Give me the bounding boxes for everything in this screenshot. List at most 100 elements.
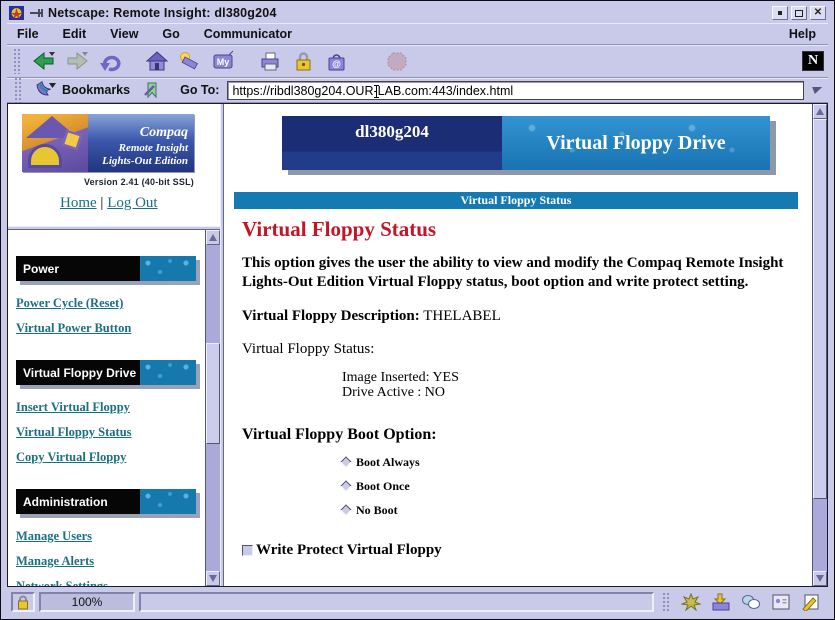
menu-edit[interactable]: Edit xyxy=(63,27,87,41)
virtual-floppy-header-label: Virtual Floppy Drive xyxy=(16,360,140,385)
close-icon: ✕ xyxy=(814,8,822,18)
forward-button[interactable] xyxy=(62,48,92,74)
write-protect-option[interactable]: Write Protect Virtual Floppy xyxy=(242,542,812,559)
sidebar-scrollbar[interactable] xyxy=(205,230,220,586)
security-icon xyxy=(291,50,315,72)
toolbar-grip[interactable] xyxy=(13,48,21,74)
scrollbar-track[interactable] xyxy=(206,245,220,571)
text-cursor xyxy=(376,85,377,98)
section-title-bar: Virtual Floppy Status xyxy=(234,192,798,209)
main-scrollbar[interactable] xyxy=(812,104,827,586)
scrollbar-thumb[interactable] xyxy=(206,343,220,444)
navigation-toolbar: My @ N xyxy=(7,45,828,78)
locationbar-grip[interactable] xyxy=(14,77,22,103)
reload-button[interactable] xyxy=(95,48,125,74)
status-label: Virtual Floppy Status: xyxy=(242,341,812,358)
forward-icon xyxy=(65,50,89,72)
stop-button[interactable] xyxy=(382,48,412,74)
header-texture xyxy=(140,256,196,281)
radio-no-boot[interactable] xyxy=(340,505,351,516)
no-boot-option[interactable]: No Boot xyxy=(342,504,812,516)
maximize-button[interactable] xyxy=(791,6,807,20)
sidebar-item-virtual-power-button[interactable]: Virtual Power Button xyxy=(16,321,205,336)
back-icon xyxy=(32,50,56,72)
search-button[interactable] xyxy=(175,48,205,74)
goto-label: Go To: xyxy=(180,83,219,97)
boot-once-option[interactable]: Boot Once xyxy=(342,480,812,492)
scroll-up-button[interactable] xyxy=(206,230,220,245)
svg-text:My: My xyxy=(217,57,230,67)
url-history-dropdown[interactable] xyxy=(808,81,823,100)
url-input[interactable]: https://ribdl380g204.OUR-LAB.com:443/ind… xyxy=(227,81,804,100)
main-content-frame: dl380g204 Virtual Floppy Drive Virtual F… xyxy=(224,104,827,586)
my-netscape-button[interactable]: My xyxy=(208,48,238,74)
image-inserted-value: Image Inserted: YES xyxy=(342,370,812,385)
url-text: https://ribdl380g204.OUR-LAB.com:443/ind… xyxy=(232,84,513,98)
composer-button[interactable] xyxy=(798,592,824,612)
boot-once-label: Boot Once xyxy=(356,479,410,494)
composer-icon xyxy=(801,593,821,611)
logo-edition: Lights-Out Edition xyxy=(88,155,188,167)
sidebar-menu-frame: Power Power Cycle (Reset) Virtual Power … xyxy=(8,230,220,586)
statusbar-grip[interactable] xyxy=(662,592,670,612)
title-bar[interactable]: Netscape: Remote Insight: dl380g204 ✕ xyxy=(7,3,828,23)
scrollbar-track[interactable] xyxy=(813,119,827,571)
logo-artwork xyxy=(22,114,88,172)
sidebar-column: Compaq Remote Insight Lights-Out Edition… xyxy=(8,104,220,586)
sidebar-item-network-settings[interactable]: Network Settings xyxy=(16,579,205,586)
bookmarks-button[interactable]: Bookmarks xyxy=(62,83,130,97)
security-status[interactable] xyxy=(11,592,35,612)
page-proxy-icon[interactable] xyxy=(142,81,162,99)
scroll-down-button[interactable] xyxy=(206,571,220,586)
sidebar-item-insert-virtual-floppy[interactable]: Insert Virtual Floppy xyxy=(16,400,205,415)
home-button[interactable] xyxy=(142,48,172,74)
bookmark-quickfile-icon[interactable] xyxy=(34,81,58,99)
browser-frameset: Compaq Remote Insight Lights-Out Edition… xyxy=(7,103,828,587)
menu-file[interactable]: File xyxy=(17,27,39,41)
scroll-up-button[interactable] xyxy=(813,104,827,119)
mailbox-button[interactable] xyxy=(708,592,734,612)
home-link[interactable]: Home xyxy=(60,195,97,211)
search-icon xyxy=(178,50,202,72)
logout-link[interactable]: Log Out xyxy=(107,195,157,211)
discussions-button[interactable] xyxy=(738,592,764,612)
power-header: Power xyxy=(16,256,196,281)
print-button[interactable] xyxy=(255,48,285,74)
address-book-button[interactable] xyxy=(768,592,794,612)
section-virtual-floppy: Virtual Floppy Drive Insert Virtual Flop… xyxy=(16,360,205,465)
radio-boot-always[interactable] xyxy=(340,457,351,468)
sidebar-item-power-cycle[interactable]: Power Cycle (Reset) xyxy=(16,296,205,311)
menu-help[interactable]: Help xyxy=(789,27,816,41)
sidebar-item-manage-users[interactable]: Manage Users xyxy=(16,529,205,544)
description-line: Virtual Floppy Description: THELABEL xyxy=(242,308,812,325)
section-administration: Administration Manage Users Manage Alert… xyxy=(16,489,205,586)
netscape-logo[interactable]: N xyxy=(802,51,824,71)
virtual-floppy-header: Virtual Floppy Drive xyxy=(16,360,196,385)
security-button[interactable] xyxy=(288,48,318,74)
scroll-down-button[interactable] xyxy=(813,571,827,586)
menu-bar: File Edit View Go Communicator Help xyxy=(7,23,828,45)
description-value: THELABEL xyxy=(423,308,500,324)
nav-separator: | xyxy=(100,195,103,211)
menu-view[interactable]: View xyxy=(110,27,138,41)
shop-button[interactable]: @ xyxy=(321,48,351,74)
navigator-button[interactable] xyxy=(678,592,704,612)
menu-communicator[interactable]: Communicator xyxy=(204,27,292,41)
sidebar-item-virtual-floppy-status[interactable]: Virtual Floppy Status xyxy=(16,425,205,440)
mailbox-icon xyxy=(711,593,731,611)
menu-go[interactable]: Go xyxy=(162,27,179,41)
minimize-button[interactable] xyxy=(772,6,788,20)
radio-boot-once[interactable] xyxy=(340,481,351,492)
arrow-down-icon xyxy=(209,575,217,582)
sidebar-item-manage-alerts[interactable]: Manage Alerts xyxy=(16,554,205,569)
sidebar-item-copy-virtual-floppy[interactable]: Copy Virtual Floppy xyxy=(16,450,205,465)
scrollbar-thumb[interactable] xyxy=(813,119,827,499)
no-boot-label: No Boot xyxy=(356,503,398,518)
compaq-remote-insight-logo: Compaq Remote Insight Lights-Out Edition xyxy=(22,114,194,172)
write-protect-checkbox[interactable] xyxy=(242,545,253,556)
page-heading: Virtual Floppy Status xyxy=(242,217,812,242)
boot-always-option[interactable]: Boot Always xyxy=(342,456,812,468)
session-nav: Home | Log Out xyxy=(60,195,220,212)
close-button[interactable]: ✕ xyxy=(810,6,826,20)
back-button[interactable] xyxy=(29,48,59,74)
